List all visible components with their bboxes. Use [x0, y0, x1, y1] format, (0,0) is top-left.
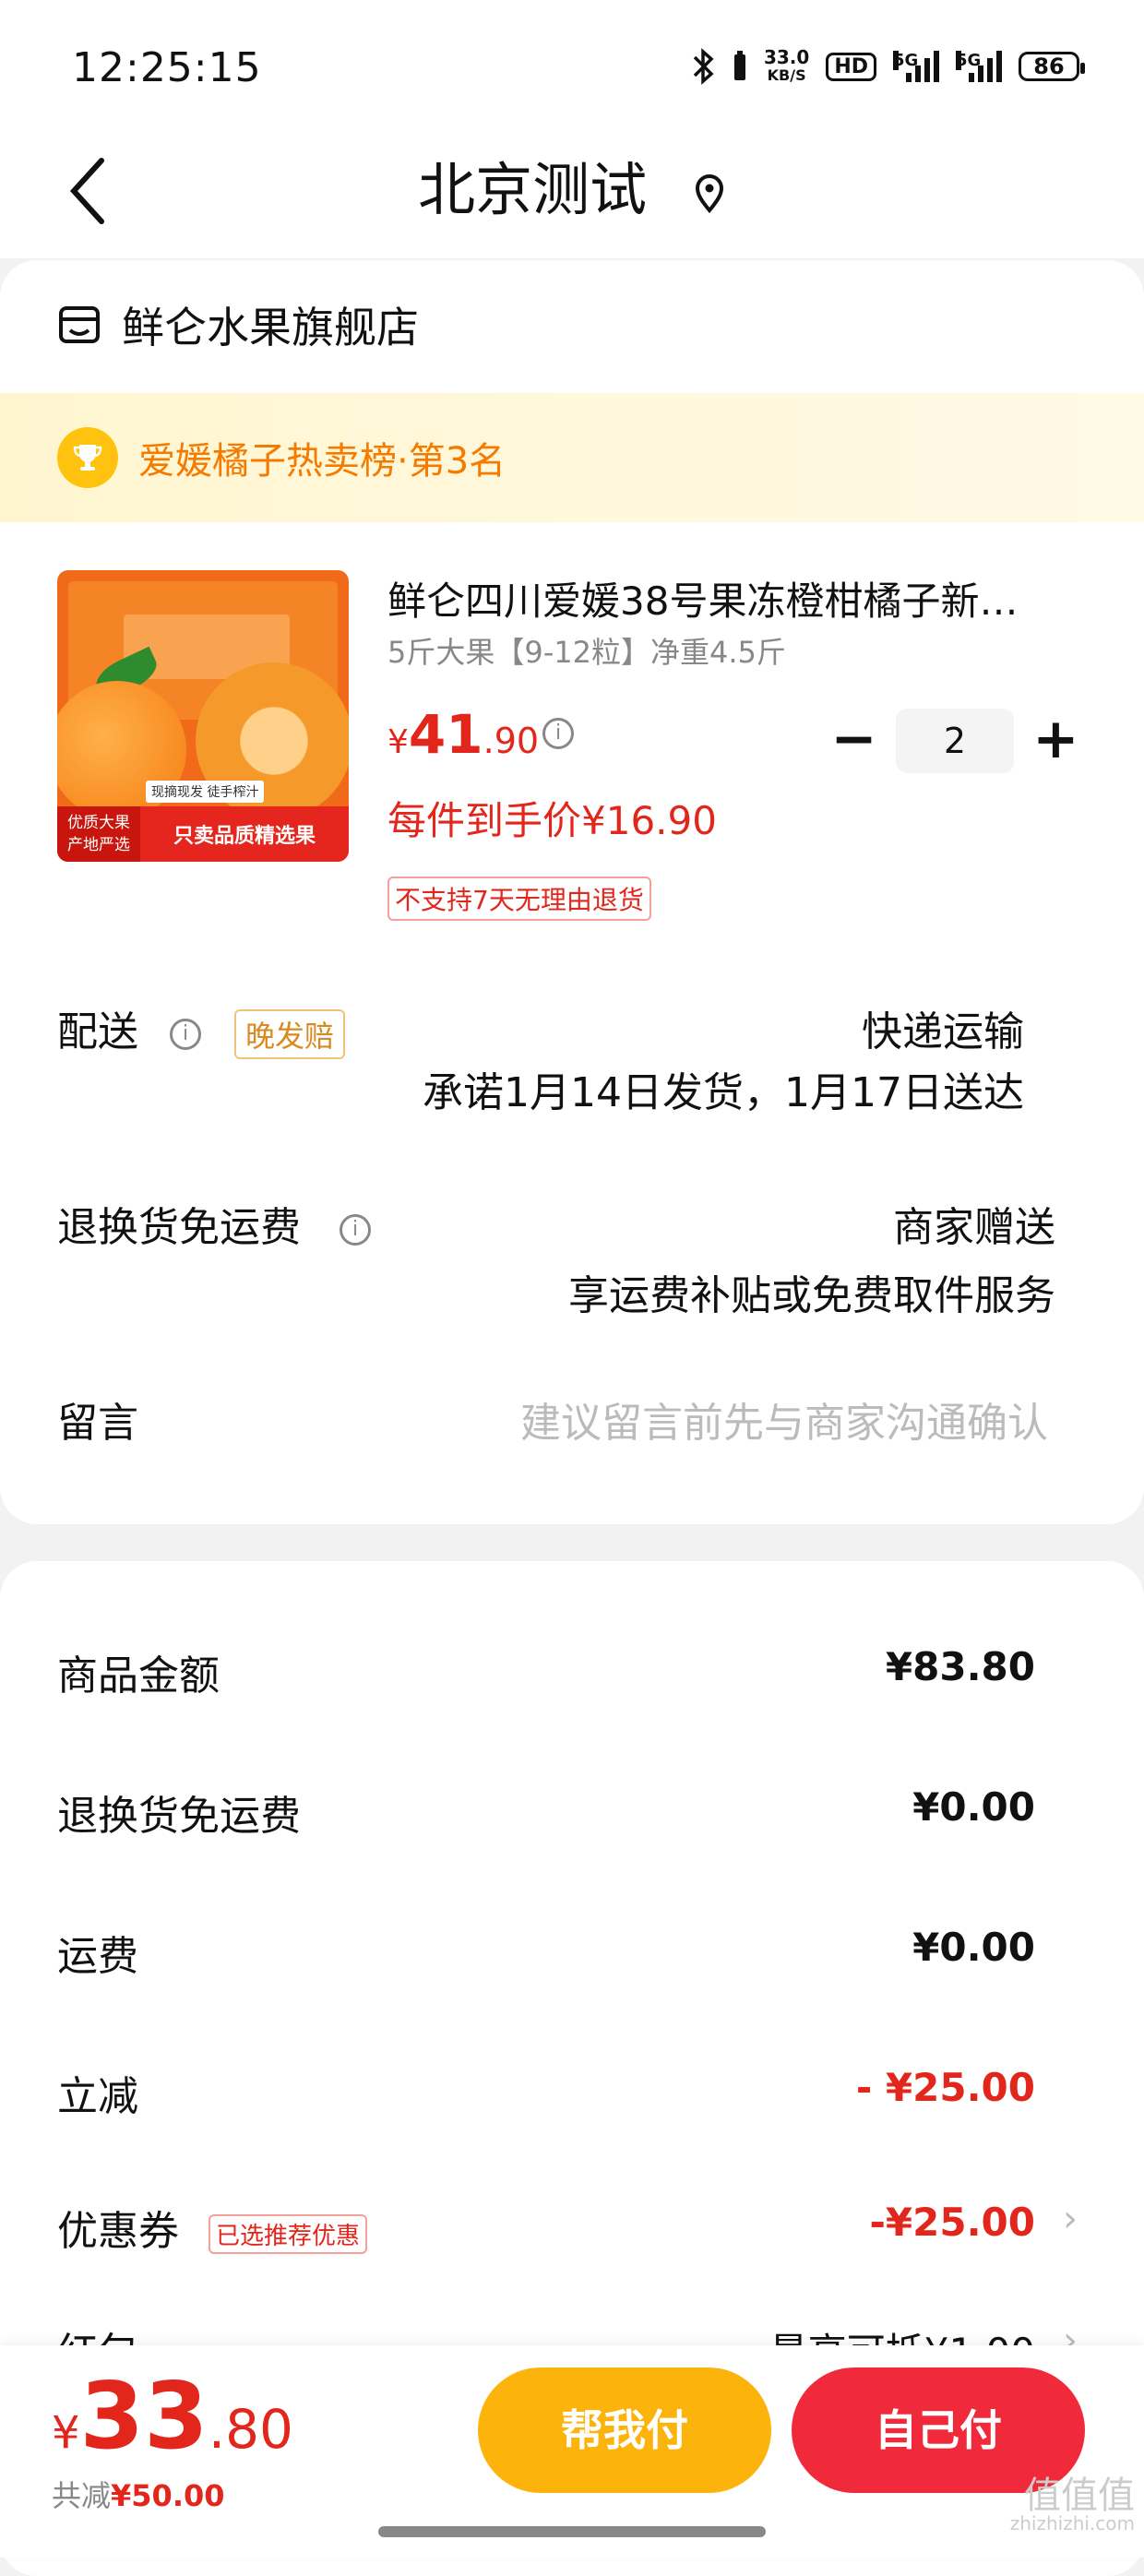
product-spec[interactable]: 5斤大果【9-12粒】净重4.5斤	[387, 629, 786, 672]
delivery-label: 配送	[57, 1008, 138, 1055]
store-row[interactable]: 鲜仑水果旗舰店	[57, 295, 419, 354]
coupon-selected-tag: 已选推荐优惠	[209, 2213, 368, 2254]
return-fee-value: ¥0.00	[912, 1784, 1035, 1830]
total-integer: 33	[79, 2362, 209, 2470]
signal-icon-sim2: 5G	[956, 51, 1002, 82]
battery-level: 86	[1033, 54, 1065, 79]
return-shipping-desc: 享运费补贴或免费取件服务	[568, 1272, 1055, 1319]
signal-icon-sim1: 5G	[893, 51, 939, 82]
image-band: 优质大果 产地严选 只卖品质精选果	[57, 806, 349, 862]
watermark: 值值值 zhizhizhi.com	[1009, 2475, 1135, 2537]
battery-saver-icon	[733, 51, 745, 80]
product-title[interactable]: 鲜仑四川爱媛38号果冻橙柑橘子新…	[387, 574, 1070, 629]
total-saved[interactable]: 共减¥50.00	[52, 2473, 225, 2515]
delivery-info-icon[interactable]: i	[170, 1019, 201, 1050]
network-speed-value: 33.0	[763, 46, 810, 68]
status-time: 12:25:15	[72, 44, 262, 91]
price-currency: ¥	[387, 723, 409, 761]
rank-text: 爱媛橘子热卖榜·第3名	[138, 440, 506, 483]
rank-banner[interactable]: 爱媛橘子热卖榜·第3名	[0, 393, 1144, 522]
price-decimal: .90	[483, 721, 540, 761]
coupon-row[interactable]: 优惠券 已选推荐优惠	[57, 2198, 368, 2257]
coupon-value[interactable]: -¥25.00	[869, 2200, 1035, 2245]
quantity-stepper: − 2 +	[830, 709, 1079, 773]
increase-button[interactable]: +	[1032, 711, 1079, 767]
store-name: 鲜仑水果旗舰店	[122, 303, 419, 352]
message-input[interactable]: 建议留言前先与商家沟通确认	[520, 1389, 1048, 1449]
return-shipping-label: 退换货免运费	[57, 1204, 301, 1251]
product-price: ¥41.90	[387, 703, 539, 766]
status-icons: 33.0 KB/S HD 5G 5G 86	[692, 42, 1085, 90]
price-info-icon[interactable]: i	[542, 718, 574, 749]
hd-badge: HD	[826, 52, 876, 81]
page-title: 北京测试	[418, 156, 648, 223]
network-speed-unit: KB/S	[767, 66, 806, 84]
coupon-chevron-icon[interactable]: ›	[1063, 2198, 1078, 2240]
order-card: 鲜仑水果旗舰店 爱媛橘子热卖榜·第3名 现摘现发 徒手榨汁 优质大果 产地严选 …	[0, 260, 1144, 1524]
decrease-button[interactable]: −	[830, 711, 877, 767]
goods-amount-value: ¥83.80	[885, 1644, 1035, 1689]
watermark-url: zhizhizhi.com	[1009, 2512, 1135, 2534]
image-band-left: 优质大果 产地严选	[57, 806, 140, 862]
final-price: 每件到手价¥16.90	[387, 798, 717, 843]
network-speed: 33.0 KB/S	[764, 48, 809, 85]
sim2-label: 5G	[956, 51, 982, 70]
shipping-label: 运费	[57, 1933, 138, 1980]
return-policy-badge: 不支持7天无理由退货	[387, 877, 651, 921]
delivery-method[interactable]: 快递运输	[862, 998, 1024, 1057]
trophy-icon	[57, 427, 118, 488]
product-image[interactable]: 现摘现发 徒手榨汁 优质大果 产地严选 只卖品质精选果	[57, 570, 349, 862]
image-tag: 现摘现发 徒手榨汁	[146, 781, 265, 803]
help-pay-button[interactable]: 帮我付	[478, 2367, 771, 2493]
return-shipping-row: 退换货免运费 i	[57, 1194, 371, 1253]
return-fee-label: 退换货免运费	[57, 1793, 301, 1840]
total-decimal: .80	[208, 2398, 293, 2461]
saved-value: ¥50.00	[111, 2478, 225, 2513]
watermark-logo: 值值值	[1024, 2475, 1135, 2517]
image-band-right: 只卖品质精选果	[173, 825, 316, 848]
price-integer: 41	[408, 703, 483, 766]
page-title-wrap: 北京测试	[0, 148, 1144, 233]
total-currency: ¥	[52, 2407, 80, 2459]
status-bar: 12:25:15 33.0 KB/S HD 5G 5G 86	[0, 0, 1144, 129]
battery-icon: 86	[1019, 52, 1085, 81]
bluetooth-icon	[693, 48, 714, 85]
instant-discount-label: 立减	[57, 2073, 138, 2120]
instant-discount-value: - ¥25.00	[855, 2065, 1035, 2110]
late-compensation-tag[interactable]: 晚发赔	[234, 1009, 346, 1059]
total-price: ¥33.80	[52, 2362, 293, 2470]
quantity-input[interactable]: 2	[896, 709, 1014, 773]
return-shipping-info-icon[interactable]: i	[340, 1214, 371, 1246]
coupon-label: 优惠券	[57, 2208, 179, 2255]
delivery-row: 配送 i 晚发赔	[57, 998, 346, 1059]
store-icon	[59, 306, 100, 343]
nav-bar: 北京测试	[0, 129, 1144, 258]
message-label: 留言	[57, 1400, 138, 1447]
saved-label: 共减	[52, 2478, 112, 2513]
sim1-label: 5G	[893, 51, 919, 70]
goods-amount-label: 商品金额	[57, 1652, 220, 1699]
return-shipping-value: 商家赠送	[893, 1204, 1055, 1251]
delivery-promise: 承诺1月14日发货，1月17日送达	[423, 1069, 1024, 1116]
location-icon[interactable]	[693, 173, 726, 214]
shipping-value: ¥0.00	[912, 1925, 1035, 1970]
home-indicator[interactable]	[378, 2526, 766, 2537]
